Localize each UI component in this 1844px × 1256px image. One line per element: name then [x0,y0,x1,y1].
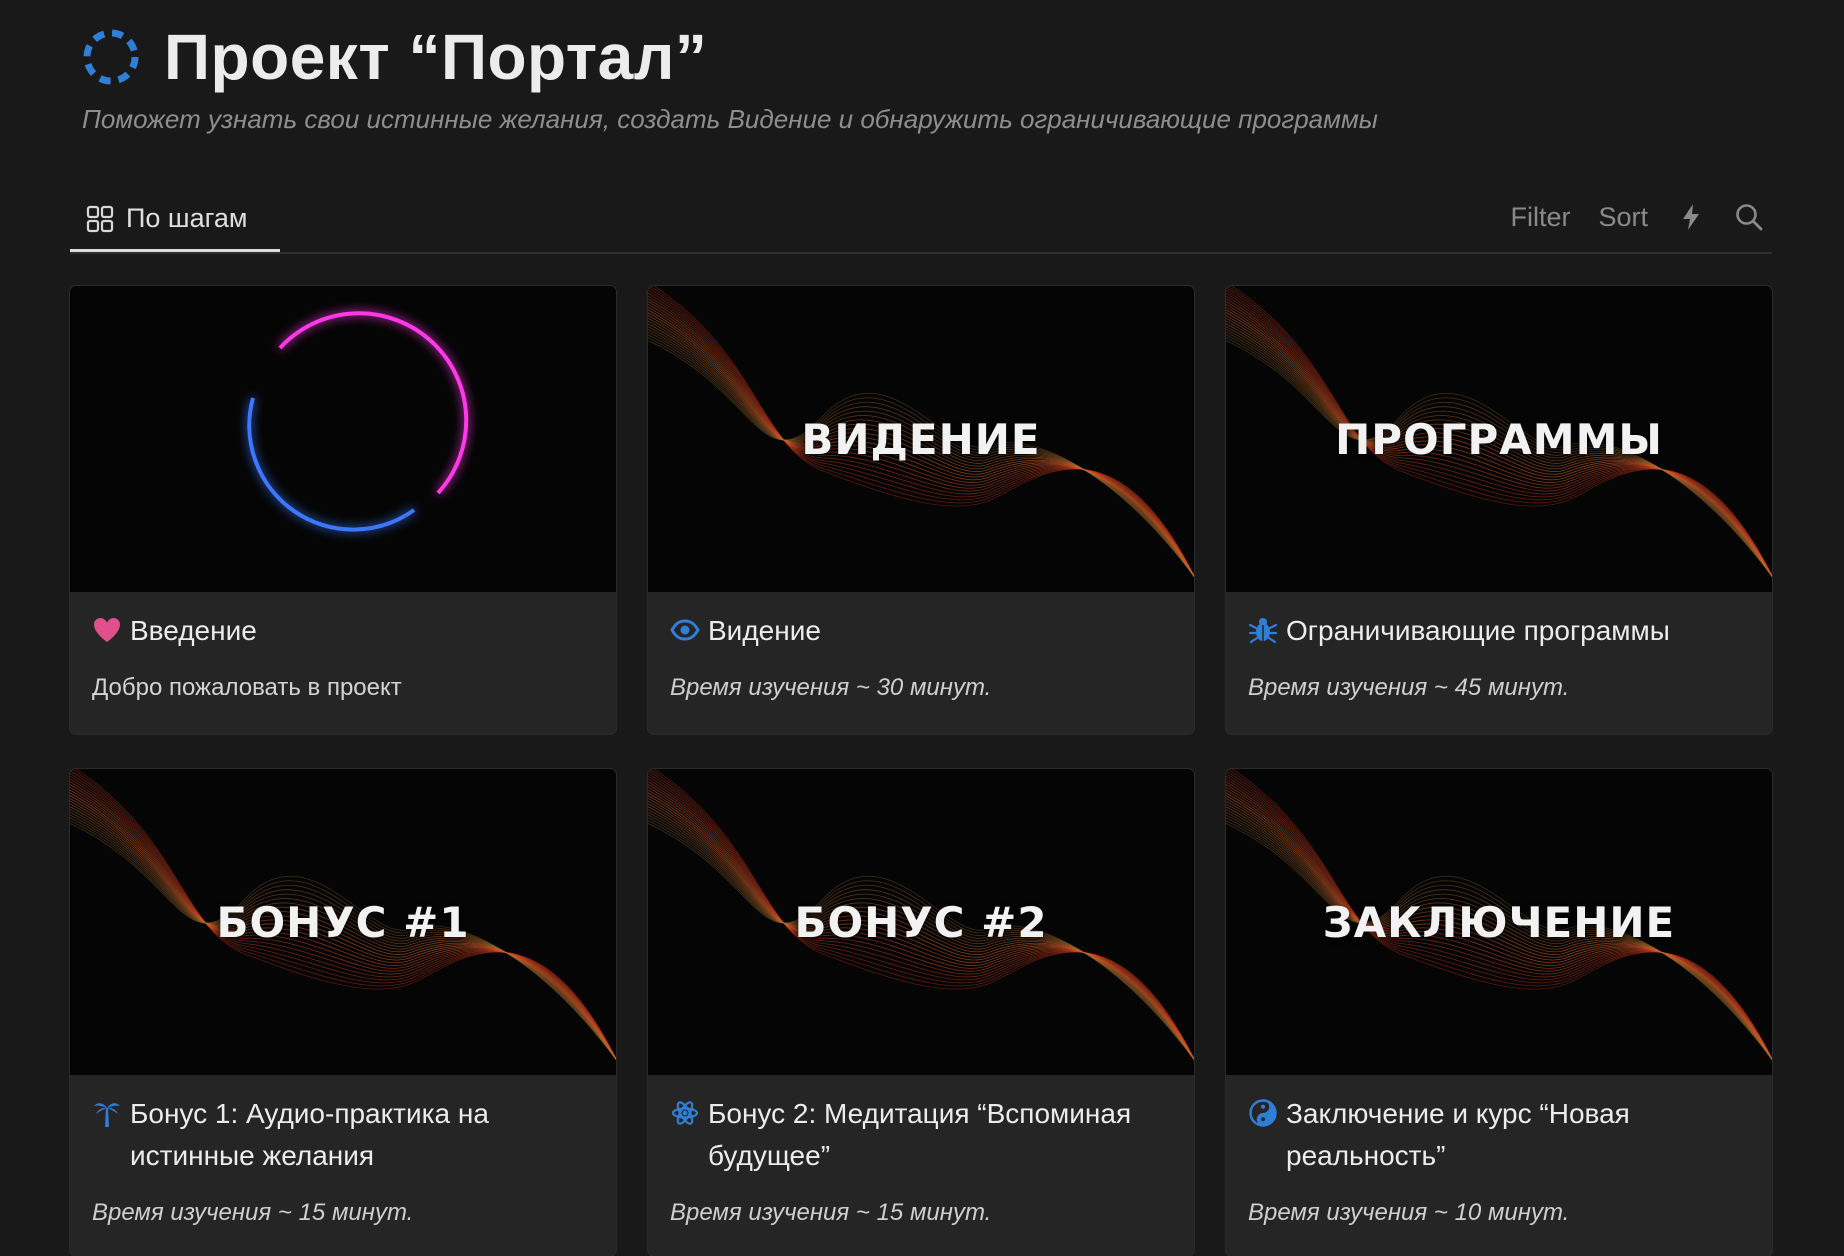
card-description: Время изучения ~ 10 минут. [1248,1199,1570,1226]
dashed-circle-icon [83,29,139,85]
cover-title: БОНУС #1 [216,897,470,947]
filter-button[interactable]: Filter [1510,202,1570,233]
card-description: Добро пожаловать в проект [92,674,402,701]
toolbar: Filter Sort [1482,188,1764,246]
card-description: Время изучения ~ 45 минут. [1248,674,1570,701]
search-icon[interactable] [1734,202,1764,232]
card-title: Введение [130,615,257,646]
cover-title: БОНУС #2 [794,897,1048,947]
page-title: Проект “Портал” [164,21,708,93]
page-subtitle: Поможет узнать свои истинные желания, со… [82,104,1378,134]
view-tabbar: По шагам Filter Sort [70,188,1772,254]
cover-title: ПРОГРАММЫ [1335,414,1663,464]
card-title: Ограничивающие программы [1286,615,1670,646]
card-cover: ЗАКЛЮЧЕНИЕ [1226,769,1772,1075]
card-programmy[interactable]: ПРОГРАММЫ Ограничивающие программы Время… [1226,286,1772,734]
card-cover [70,286,616,592]
card-videnie[interactable]: ВИДЕНИЕ Видение Время изучения ~ 30 мину… [648,286,1194,734]
card-vvedenie[interactable]: Введение Добро пожаловать в проект [70,286,616,734]
bug-icon [1248,618,1278,644]
card-bonus-2[interactable]: БОНУС #2 Бонус 2: Медитация “Вспоминая б… [648,769,1194,1256]
cover-title: ВИДЕНИЕ [801,414,1041,464]
gallery-grid-icon [86,205,114,232]
page: Проект “Портал” Поможет узнать свои исти… [0,0,1844,1256]
card-cover: ПРОГРАММЫ [1226,286,1772,592]
card-bonus-1[interactable]: БОНУС #1 Бонус 1: Аудио-практика на исти… [70,769,616,1256]
card-title: Бонус 2: Медитация “Вспоминая будущее” [708,1098,1132,1171]
sort-button[interactable]: Sort [1598,202,1648,233]
tab-po-shagam[interactable]: По шагам [70,188,280,252]
card-description: Время изучения ~ 15 минут. [670,1199,992,1226]
card-description: Время изучения ~ 15 минут. [92,1199,414,1226]
cover-title: ЗАКЛЮЧЕНИЕ [1322,897,1676,947]
neon-ring-image [247,311,469,532]
palm-tree-icon [94,1103,120,1127]
card-cover: БОНУС #1 [70,769,616,1075]
tab-label: По шагам [126,203,248,233]
card-zaklyuchenie[interactable]: ЗАКЛЮЧЕНИЕ Заключение и курс “Новая реал… [1226,769,1772,1256]
card-title: Заключение и курс “Новая реальность” [1286,1098,1630,1171]
card-title: Бонус 1: Аудио-практика на истинные жела… [130,1098,489,1171]
card-cover: БОНУС #2 [648,769,1194,1075]
lightning-icon[interactable] [1676,202,1706,232]
eye-icon [670,619,700,641]
card-description: Время изучения ~ 30 минут. [670,674,992,701]
heart-icon [94,618,120,642]
card-cover: ВИДЕНИЕ [648,286,1194,592]
yin-yang-icon [1249,1099,1277,1127]
card-title: Видение [708,615,821,646]
atom-icon [671,1101,699,1125]
page-header: Проект “Портал” [80,22,707,92]
